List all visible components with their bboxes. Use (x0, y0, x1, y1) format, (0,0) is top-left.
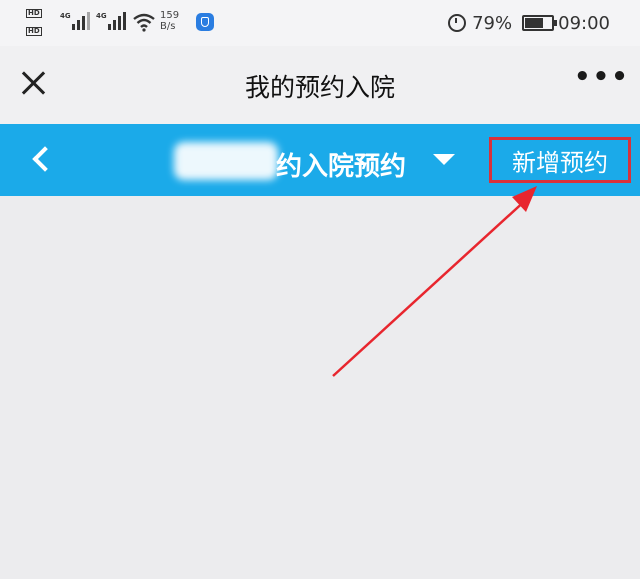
network-speed: 159 B/s (160, 10, 180, 32)
clock: 09:00 (558, 12, 610, 34)
shield-icon (196, 13, 214, 31)
signal-icon: 4G (96, 12, 126, 30)
add-appointment-button[interactable]: 新增预约 (489, 137, 631, 183)
wifi-icon (133, 13, 155, 32)
sim1-indicator: HD (26, 9, 42, 18)
battery-level: 79% (472, 12, 513, 34)
nav-bar: 约入院预约 新增预约 (0, 124, 640, 196)
page-title: 我的预约入院 (244, 73, 395, 102)
status-right: 79% 09:00 (448, 12, 610, 34)
alarm-icon (448, 14, 467, 32)
more-menu-button[interactable]: ••• (574, 64, 628, 94)
title-bar: 我的预约入院 ••• (0, 46, 640, 124)
blurred-hospital-name (174, 142, 278, 180)
back-icon[interactable] (26, 142, 54, 176)
battery-icon (522, 15, 558, 31)
signal-icon: 4G (60, 12, 90, 30)
nav-title: 约入院预约 (276, 152, 407, 182)
content-area (0, 196, 640, 579)
status-bar: HD HD 4G 4G 159 B/s 79% 09:00 (0, 0, 640, 46)
sim2-indicator: HD (26, 27, 42, 36)
dropdown-caret-icon[interactable] (433, 154, 455, 165)
